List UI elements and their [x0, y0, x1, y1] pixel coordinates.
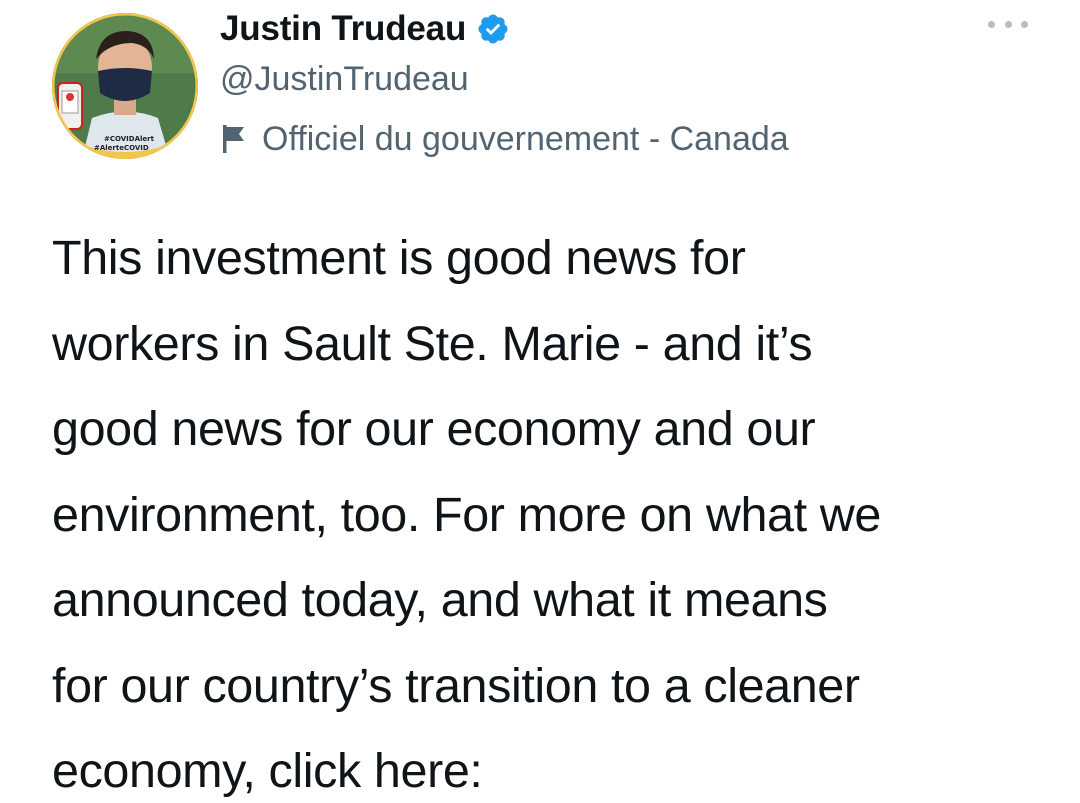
government-label-text: Officiel du gouvernement - Canada: [262, 119, 789, 158]
tweet-text-line: announced today, and what it means: [52, 573, 828, 627]
display-name[interactable]: Justin Trudeau: [220, 9, 466, 49]
tweet-text-line: for our country’s transition to a cleane…: [52, 658, 860, 713]
badge-text-1: #COVIDAlert: [104, 135, 155, 143]
tweet-text-line: economy, click here:: [52, 744, 483, 798]
tweet-text: This investment is good news for workers…: [52, 216, 1052, 803]
more-dot: [1021, 20, 1028, 28]
tweet-text-line: environment, too. For more on what we: [52, 487, 881, 542]
flag-icon: [220, 123, 248, 155]
badge-text-2: #AlerteCOVID: [94, 144, 149, 152]
more-dot: [988, 20, 995, 28]
more-options-icon[interactable]: [988, 14, 1028, 34]
tweet-text-line: workers in Sault Ste. Marie - and it’s: [52, 316, 813, 371]
tweet: #COVIDAlert #AlerteCOVID Justin Trudeau …: [0, 0, 1080, 803]
author-handle[interactable]: @JustinTrudeau: [220, 60, 469, 99]
government-label[interactable]: Officiel du gouvernement - Canada: [220, 114, 789, 164]
verified-badge-icon: [476, 12, 510, 46]
tweet-text-line: good news for our economy and our: [52, 402, 816, 456]
covid-alert-badge: #COVIDAlert #AlerteCOVID: [52, 13, 198, 159]
more-dot: [1004, 20, 1012, 28]
author-name-row: Justin Trudeau: [220, 4, 510, 54]
tweet-text-line: This investment is good news for: [52, 231, 746, 285]
